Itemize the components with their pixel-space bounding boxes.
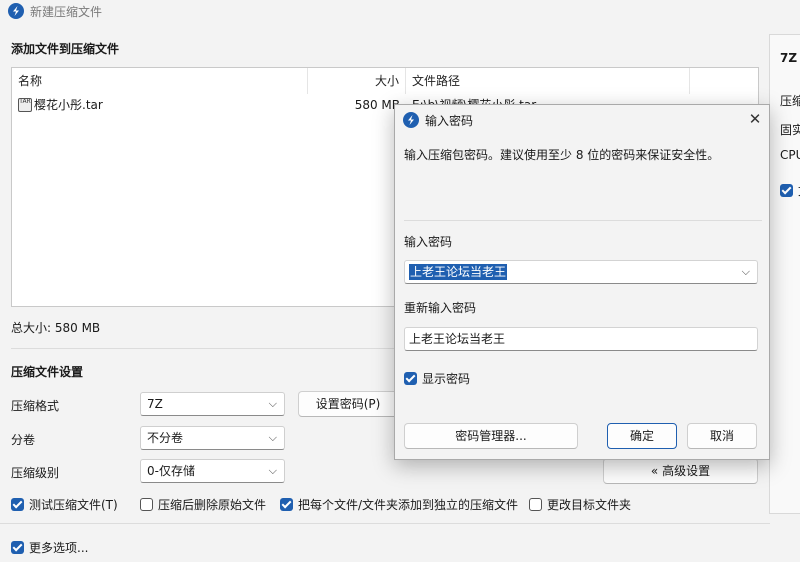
title-bar: 新建压缩文件 [0, 0, 800, 24]
option-label: 把每个文件/文件夹添加到独立的压缩文件 [298, 498, 519, 512]
chevron-down-icon[interactable]: ⌵ [742, 261, 750, 283]
show-password-label: 显示密码 [422, 372, 471, 386]
file-name: 樱花小彤.tar [34, 98, 103, 112]
more-options-toggle[interactable]: 更多选项... [11, 539, 88, 556]
split-value: 不分卷 [147, 431, 184, 445]
checkbox-unchecked[interactable] [140, 498, 153, 511]
settings-heading: 压缩文件设置 [11, 365, 84, 379]
app-logo-icon [403, 112, 419, 128]
right-panel-line: 固实 [780, 123, 800, 137]
close-icon[interactable]: ✕ [741, 106, 769, 132]
level-label: 压缩级别 [11, 466, 60, 480]
set-password-button[interactable]: 设置密码(P) [298, 391, 398, 417]
right-panel-option[interactable]: 文 [780, 182, 800, 199]
divider [0, 523, 770, 524]
dialog-title: 输入密码 [425, 114, 474, 128]
confirm-password-value: 上老王论坛当老王 [409, 332, 506, 346]
more-options-label: 更多选项... [29, 541, 89, 555]
password-label: 输入密码 [404, 235, 453, 249]
cancel-button[interactable]: 取消 [687, 423, 757, 449]
show-password-toggle[interactable]: 显示密码 [404, 370, 470, 387]
tar-file-icon: TAR [18, 98, 32, 112]
right-panel-title: 7Z 压 [780, 51, 800, 65]
password-input[interactable]: 上老王论坛当老王 ⌵ [404, 260, 758, 284]
total-size: 总大小: 580 MB [11, 321, 101, 335]
divider [404, 220, 762, 221]
right-panel: 7Z 压 压缩 固实 CPU 文 [769, 34, 800, 514]
option-label: 更改目标文件夹 [547, 498, 632, 512]
column-header-path[interactable]: 文件路径 [406, 68, 690, 94]
column-header-name[interactable]: 名称 [12, 68, 308, 94]
password-value: 上老王论坛当老王 [409, 264, 508, 280]
format-label: 压缩格式 [11, 399, 60, 413]
level-select[interactable]: 0-仅存储 ⌵ [140, 459, 285, 483]
right-panel-line: 压缩 [780, 94, 800, 108]
checkbox-checked[interactable] [11, 541, 24, 554]
option-separate-archives[interactable]: 把每个文件/文件夹添加到独立的压缩文件 [280, 496, 518, 513]
checkbox-checked[interactable] [404, 372, 417, 385]
checkbox-checked[interactable] [11, 498, 24, 511]
ok-button[interactable]: 确定 [607, 423, 677, 449]
checkbox-checked[interactable] [780, 184, 793, 197]
option-label: 测试压缩文件(T) [29, 498, 118, 512]
chevron-down-icon: ⌵ [268, 397, 277, 410]
window-title: 新建压缩文件 [30, 5, 103, 19]
option-delete-after[interactable]: 压缩后删除原始文件 [140, 496, 266, 513]
format-select[interactable]: 7Z ⌵ [140, 392, 285, 416]
split-label: 分卷 [11, 433, 36, 447]
app-logo-icon [8, 3, 24, 19]
level-value: 0-仅存储 [147, 464, 195, 478]
advanced-settings-button[interactable]: « 高级设置 [603, 458, 758, 484]
chevron-down-icon: ⌵ [268, 464, 277, 477]
dialog-description: 输入压缩包密码。建议使用至少 8 位的密码来保证安全性。 [404, 148, 720, 162]
checkbox-checked[interactable] [280, 498, 293, 511]
column-header-size[interactable]: 大小 [308, 68, 406, 94]
password-dialog: 输入密码 ✕ 输入压缩包密码。建议使用至少 8 位的密码来保证安全性。 输入密码… [394, 104, 770, 460]
checkbox-unchecked[interactable] [529, 498, 542, 511]
password-manager-button[interactable]: 密码管理器... [404, 423, 578, 449]
option-change-target[interactable]: 更改目标文件夹 [529, 496, 631, 513]
chevron-down-icon: ⌵ [268, 431, 277, 444]
option-test-archive[interactable]: 测试压缩文件(T) [11, 496, 118, 513]
format-value: 7Z [147, 397, 163, 411]
split-select[interactable]: 不分卷 ⌵ [140, 426, 285, 450]
confirm-password-input[interactable]: 上老王论坛当老王 [404, 327, 758, 351]
confirm-password-label: 重新输入密码 [404, 301, 477, 315]
option-label: 压缩后删除原始文件 [158, 498, 267, 512]
file-size: 580 MB [354, 98, 400, 112]
add-files-heading: 添加文件到压缩文件 [11, 42, 120, 56]
right-panel-line: CPU [780, 148, 800, 162]
